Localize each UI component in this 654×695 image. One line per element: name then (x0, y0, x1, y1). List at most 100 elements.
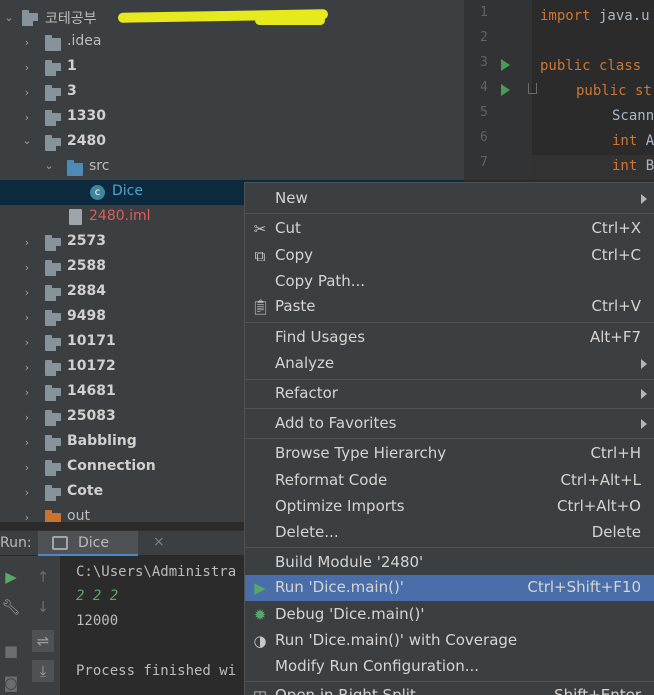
chevron-right-icon[interactable]: › (22, 262, 32, 273)
chevron-right-icon[interactable]: › (22, 512, 32, 522)
code-line: public class (540, 58, 642, 74)
console-input-line: 2 2 2 (76, 588, 119, 604)
tree-item-label: 9498 (67, 308, 106, 324)
chevron-right-icon[interactable]: › (22, 462, 32, 473)
chevron-down-icon[interactable]: ⌄ (44, 160, 54, 171)
wrench-icon[interactable]: 🔧︎ (0, 596, 22, 618)
run-tab-dice[interactable]: Dice × (38, 531, 165, 556)
console-line: 12000 (76, 613, 119, 629)
run-console[interactable]: C:\Users\Administra 2 2 2 12000 Process … (60, 556, 244, 695)
down-arrow-icon[interactable]: ↓ (32, 596, 54, 618)
line-number: 6 (480, 130, 488, 145)
tree-item-label: 2588 (67, 258, 106, 274)
chevron-down-icon[interactable]: ⌄ (4, 12, 14, 23)
tree-item-label: Dice (112, 183, 143, 199)
tree-item-label: .idea (67, 33, 102, 49)
folder-icon (45, 435, 63, 453)
context-menu: New ✂ Cut Ctrl+X ⧉ Copy Ctrl+C Copy Path... … (244, 182, 654, 695)
tree-item-label: src (89, 158, 110, 174)
chevron-right-icon[interactable]: › (22, 437, 32, 448)
menu-item-run-with-coverage[interactable]: ◑ Run 'Dice.main()' with Coverage (245, 628, 654, 654)
menu-separator (245, 408, 654, 409)
menu-item-run[interactable]: ▶ Run 'Dice.main()' Ctrl+Shift+F10 (245, 575, 654, 601)
menu-item-refactor[interactable]: Refactor (245, 381, 654, 407)
chevron-right-icon[interactable]: › (22, 37, 32, 48)
menu-item-open-in-right-split[interactable]: ◫Open in Right SplitShift+Enter (245, 683, 654, 695)
menu-item-analyze[interactable]: Analyze (245, 351, 654, 377)
rerun-icon[interactable]: ▶ (0, 566, 22, 588)
line-number: 2 (480, 30, 488, 45)
run-side-toolbar: ▶ 🔧︎ ↑ ↓ ■ ⇌ ⤓ ◙ (0, 556, 60, 695)
menu-item-modify-run-configuration[interactable]: Modify Run Configuration... (245, 654, 654, 680)
stop-icon[interactable]: ■ (0, 640, 22, 662)
soft-wrap-icon[interactable]: ⇌ (32, 630, 54, 652)
chevron-right-icon[interactable]: › (22, 487, 32, 498)
coverage-icon: ◑ (253, 632, 267, 650)
menu-item-paste[interactable]: 📋︎ Paste Ctrl+V (245, 294, 654, 320)
run-gutter-icon[interactable] (501, 84, 510, 96)
tree-row[interactable]: › 3 (0, 80, 464, 105)
folder-icon (45, 285, 63, 303)
iml-file-icon (69, 209, 82, 225)
tree-row[interactable]: › 1330 (0, 105, 464, 130)
up-arrow-icon[interactable]: ↑ (32, 566, 54, 588)
menu-item-build-module[interactable]: Build Module '2480' (245, 550, 654, 576)
code-editor[interactable]: 1 2 3 4 5 6 7 import java.u public class… (464, 0, 654, 180)
tree-item-label: 1 (67, 58, 77, 74)
tree-row[interactable]: ⌄ 2480 (0, 130, 464, 155)
menu-item-copy[interactable]: ⧉ Copy Ctrl+C (245, 243, 654, 269)
code-line: import java.u (540, 8, 650, 24)
clipboard-icon: 📋︎ (251, 298, 271, 316)
menu-item-find-usages[interactable]: Find Usages Alt+F7 (245, 325, 654, 351)
chevron-right-icon[interactable]: › (22, 62, 32, 73)
tree-row-root[interactable]: ⌄ 코테공부 (0, 5, 464, 30)
tree-item-label: 2480.iml (89, 208, 151, 224)
tree-item-label: Connection (67, 458, 156, 474)
tree-row[interactable]: › .idea (0, 30, 464, 55)
editor-gutter: 1 2 3 4 5 6 7 (464, 0, 537, 180)
menu-separator (245, 213, 654, 214)
menu-item-cut[interactable]: ✂ Cut Ctrl+X (245, 216, 654, 242)
menu-item-new[interactable]: New (245, 186, 654, 212)
scroll-to-end-icon[interactable]: ⤓ (32, 660, 54, 682)
folder-icon (45, 110, 63, 128)
chevron-right-icon[interactable]: › (22, 87, 32, 98)
menu-item-delete[interactable]: Delete... Delete (245, 520, 654, 546)
chevron-right-icon[interactable]: › (22, 287, 32, 298)
folder-icon (45, 35, 61, 51)
chevron-right-icon[interactable]: › (22, 412, 32, 423)
code-line: Scann (612, 108, 654, 124)
chevron-right-icon[interactable]: › (22, 387, 32, 398)
output-folder-icon (45, 510, 61, 522)
chevron-right-icon[interactable]: › (22, 237, 32, 248)
folder-icon (45, 85, 63, 103)
menu-separator (245, 547, 654, 548)
tree-root-label: 코테공부 (45, 11, 97, 27)
tree-row[interactable]: › 1 (0, 55, 464, 80)
chevron-right-icon[interactable]: › (22, 362, 32, 373)
chevron-right-icon[interactable]: › (22, 112, 32, 123)
camera-icon[interactable]: ◙ (0, 672, 22, 694)
tree-item-label: 2480 (67, 133, 106, 149)
menu-item-add-to-favorites[interactable]: Add to Favorites (245, 411, 654, 437)
close-icon[interactable]: × (153, 534, 165, 550)
run-gutter-icon[interactable] (501, 59, 510, 71)
menu-item-debug[interactable]: ✹ Debug 'Dice.main()' (245, 602, 654, 628)
chevron-right-icon[interactable]: › (22, 312, 32, 323)
tree-row[interactable]: ⌄ src (0, 155, 464, 180)
line-number: 3 (480, 55, 488, 70)
menu-separator (245, 379, 654, 380)
submenu-arrow-icon (641, 419, 647, 429)
menu-item-browse-type-hierarchy[interactable]: Browse Type Hierarchy Ctrl+H (245, 441, 654, 467)
chevron-down-icon[interactable]: ⌄ (22, 135, 32, 146)
code-line: int A (612, 133, 654, 149)
chevron-right-icon[interactable]: › (22, 337, 32, 348)
menu-item-optimize-imports[interactable]: Optimize Imports Ctrl+Alt+O (245, 494, 654, 520)
menu-item-copy-path[interactable]: Copy Path... (245, 269, 654, 295)
menu-item-reformat-code[interactable]: Reformat Code Ctrl+Alt+L (245, 468, 654, 494)
fold-marker-icon[interactable] (528, 83, 537, 94)
java-class-icon: c (90, 185, 105, 200)
menu-separator (245, 438, 654, 439)
run-toolbar: Run: Dice × (0, 530, 244, 556)
source-folder-icon (67, 160, 83, 176)
